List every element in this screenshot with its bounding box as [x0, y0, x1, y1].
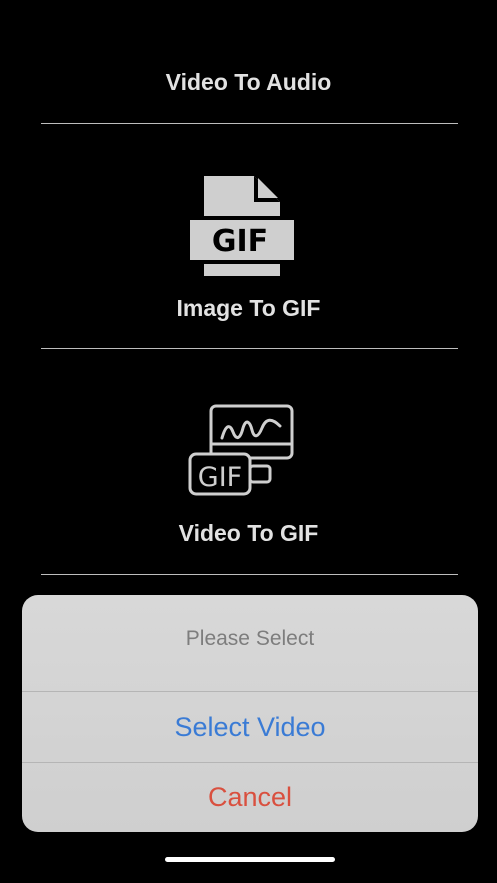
menu-item-video-to-gif[interactable]: Video To GIF: [0, 519, 497, 547]
home-indicator[interactable]: [165, 857, 335, 862]
action-sheet-title: Please Select: [185, 627, 315, 650]
menu-item-image-to-gif[interactable]: Image To GIF: [0, 294, 497, 322]
select-video-button[interactable]: Select Video: [22, 692, 478, 762]
gif-file-icon[interactable]: GIF: [188, 172, 294, 280]
divider: [41, 348, 458, 349]
menu-item-video-to-audio[interactable]: Video To Audio: [0, 68, 497, 96]
gif-badge-text: GIF: [212, 224, 268, 259]
action-sheet: Please Select Select Video Cancel: [22, 595, 478, 832]
divider: [41, 123, 458, 124]
video-gif-icon[interactable]: GIF: [188, 404, 296, 498]
cancel-button[interactable]: Cancel: [22, 762, 478, 832]
gif-outline-text: GIF: [198, 462, 242, 493]
divider: [41, 574, 458, 575]
